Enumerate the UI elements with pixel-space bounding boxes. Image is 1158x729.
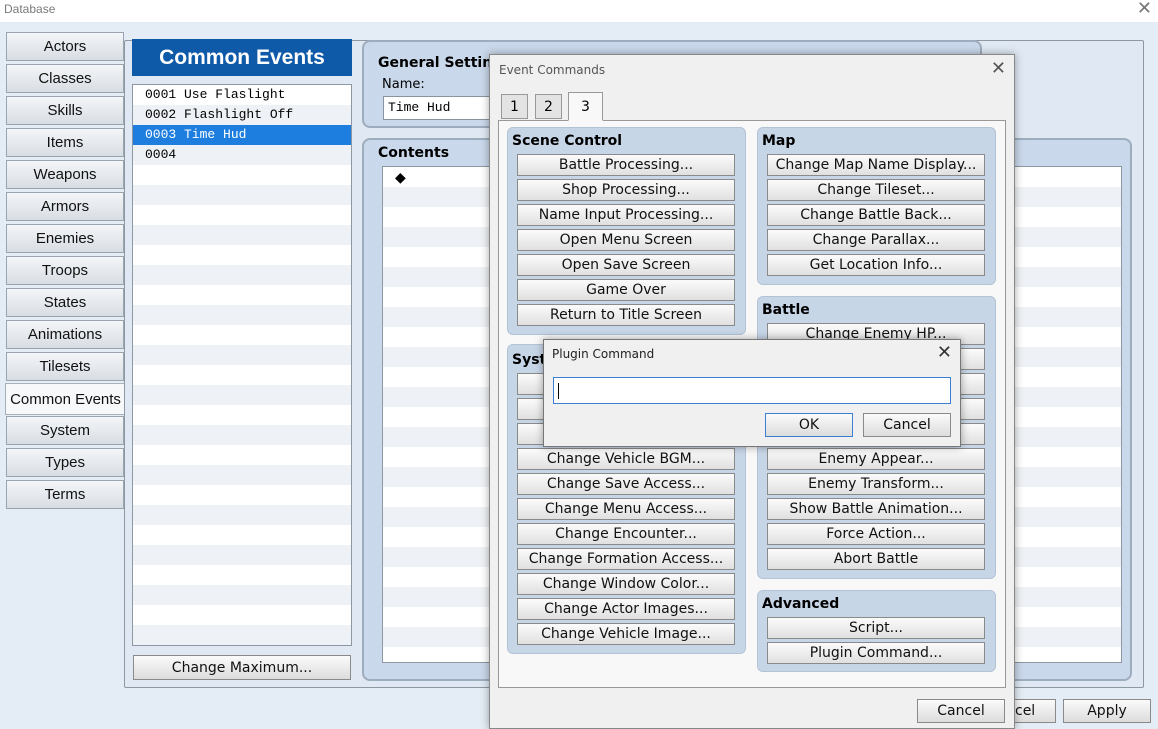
list-item-empty[interactable]: [133, 465, 351, 485]
force-action-button[interactable]: Force Action...: [767, 523, 985, 545]
sidebar-item-types[interactable]: Types: [6, 448, 124, 477]
list-item-empty[interactable]: [133, 365, 351, 385]
sidebar-item-enemies[interactable]: Enemies: [6, 224, 124, 253]
list-item-empty[interactable]: [133, 425, 351, 445]
list-item-empty[interactable]: [133, 625, 351, 645]
system-title: Syst: [512, 352, 547, 368]
sidebar-item-items[interactable]: Items: [6, 128, 124, 157]
dialog-title: Event Commands: [499, 63, 606, 77]
list-item-empty[interactable]: [133, 525, 351, 545]
list-item-selected[interactable]: 0003 Time Hud: [133, 125, 351, 145]
change-parallax-button[interactable]: Change Parallax...: [767, 229, 985, 251]
plugin-command-input[interactable]: [553, 377, 951, 404]
change-maximum-button[interactable]: Change Maximum...: [133, 655, 351, 680]
script-button[interactable]: Script...: [767, 617, 985, 639]
name-label: Name:: [382, 77, 425, 92]
event-commands-cancel-button[interactable]: Cancel: [917, 699, 1005, 723]
sidebar-item-system[interactable]: System: [6, 416, 124, 445]
list-item-empty[interactable]: [133, 345, 351, 365]
change-menu-access-button[interactable]: Change Menu Access...: [517, 498, 735, 520]
sidebar-item-tilesets[interactable]: Tilesets: [6, 352, 124, 381]
list-item-empty[interactable]: [133, 485, 351, 505]
change-battle-back-button[interactable]: Change Battle Back...: [767, 204, 985, 226]
contents-title: Contents: [378, 145, 450, 161]
name-input-processing-button[interactable]: Name Input Processing...: [517, 204, 735, 226]
tab-3[interactable]: 3: [568, 92, 603, 121]
map-title: Map: [762, 133, 796, 149]
change-vehicle-bgm-button[interactable]: Change Vehicle BGM...: [517, 448, 735, 470]
list-item-empty[interactable]: [133, 405, 351, 425]
list-item-empty[interactable]: [133, 305, 351, 325]
list-item-empty[interactable]: [133, 545, 351, 565]
change-vehicle-image-button[interactable]: Change Vehicle Image...: [517, 623, 735, 645]
window-titlebar: Database ✕: [0, 0, 1158, 22]
list-item-empty[interactable]: [133, 505, 351, 525]
plugin-command-button[interactable]: Plugin Command...: [767, 642, 985, 664]
tab-2[interactable]: 2: [535, 94, 562, 119]
list-item-empty[interactable]: [133, 225, 351, 245]
close-icon[interactable]: ✕: [937, 342, 952, 363]
dialog-title: Plugin Command: [552, 347, 655, 361]
list-item[interactable]: 0002 Flashlight Off: [133, 105, 351, 125]
list-item-empty[interactable]: [133, 185, 351, 205]
window-close-icon[interactable]: ✕: [1137, 0, 1152, 18]
change-save-access-button[interactable]: Change Save Access...: [517, 473, 735, 495]
battle-title: Battle: [762, 302, 810, 318]
change-window-color-button[interactable]: Change Window Color...: [517, 573, 735, 595]
window-title: Database: [4, 2, 56, 16]
sidebar-item-actors[interactable]: Actors: [6, 32, 124, 61]
change-encounter-button[interactable]: Change Encounter...: [517, 523, 735, 545]
get-location-info-button[interactable]: Get Location Info...: [767, 254, 985, 276]
list-item[interactable]: 0004: [133, 145, 351, 165]
change-tileset-button[interactable]: Change Tileset...: [767, 179, 985, 201]
scene-control-title: Scene Control: [512, 133, 623, 149]
game-over-button[interactable]: Game Over: [517, 279, 735, 301]
sidebar-item-animations[interactable]: Animations: [6, 320, 124, 349]
sidebar-item-common-events[interactable]: Common Events: [5, 383, 126, 415]
sidebar-item-terms[interactable]: Terms: [6, 480, 124, 509]
apply-button[interactable]: Apply: [1063, 699, 1151, 723]
change-map-name-display-button[interactable]: Change Map Name Display...: [767, 154, 985, 176]
enemy-appear-button[interactable]: Enemy Appear...: [767, 448, 985, 470]
sidebar-item-states[interactable]: States: [6, 288, 124, 317]
list-item-empty[interactable]: [133, 585, 351, 605]
open-menu-screen-button[interactable]: Open Menu Screen: [517, 229, 735, 251]
sidebar-item-skills[interactable]: Skills: [6, 96, 124, 125]
list-item-empty[interactable]: [133, 385, 351, 405]
shop-processing-button[interactable]: Shop Processing...: [517, 179, 735, 201]
sidebar-item-armors[interactable]: Armors: [6, 192, 124, 221]
sidebar-item-classes[interactable]: Classes: [6, 64, 124, 93]
general-settings-title: General Setting: [378, 55, 503, 71]
sidebar-item-troops[interactable]: Troops: [6, 256, 124, 285]
list-item-empty[interactable]: [133, 565, 351, 585]
ok-button[interactable]: OK: [765, 413, 853, 437]
list-item-empty[interactable]: [133, 245, 351, 265]
list-item-empty[interactable]: [133, 445, 351, 465]
advanced-title: Advanced: [762, 596, 840, 612]
battle-processing-button[interactable]: Battle Processing...: [517, 154, 735, 176]
common-events-list[interactable]: 0001 Use Flaslight 0002 Flashlight Off 0…: [132, 84, 352, 646]
change-actor-images-button[interactable]: Change Actor Images...: [517, 598, 735, 620]
list-item-empty[interactable]: [133, 285, 351, 305]
common-events-header: Common Events: [132, 39, 352, 76]
abort-battle-button[interactable]: Abort Battle: [767, 548, 985, 570]
cancel-button[interactable]: cel: [1012, 699, 1056, 723]
list-item-empty[interactable]: [133, 605, 351, 625]
open-save-screen-button[interactable]: Open Save Screen: [517, 254, 735, 276]
list-item-empty[interactable]: [133, 325, 351, 345]
list-item-empty[interactable]: [133, 265, 351, 285]
change-formation-access-button[interactable]: Change Formation Access...: [517, 548, 735, 570]
list-item[interactable]: 0001 Use Flaslight: [133, 85, 351, 105]
return-to-title-button[interactable]: Return to Title Screen: [517, 304, 735, 326]
sidebar-item-weapons[interactable]: Weapons: [6, 160, 124, 189]
plugin-cancel-button[interactable]: Cancel: [863, 413, 951, 437]
enemy-transform-button[interactable]: Enemy Transform...: [767, 473, 985, 495]
text-caret: [558, 383, 559, 400]
list-item-empty[interactable]: [133, 205, 351, 225]
close-icon[interactable]: ✕: [991, 58, 1006, 79]
tab-1[interactable]: 1: [501, 94, 528, 119]
show-battle-animation-button[interactable]: Show Battle Animation...: [767, 498, 985, 520]
list-item-empty[interactable]: [133, 165, 351, 185]
